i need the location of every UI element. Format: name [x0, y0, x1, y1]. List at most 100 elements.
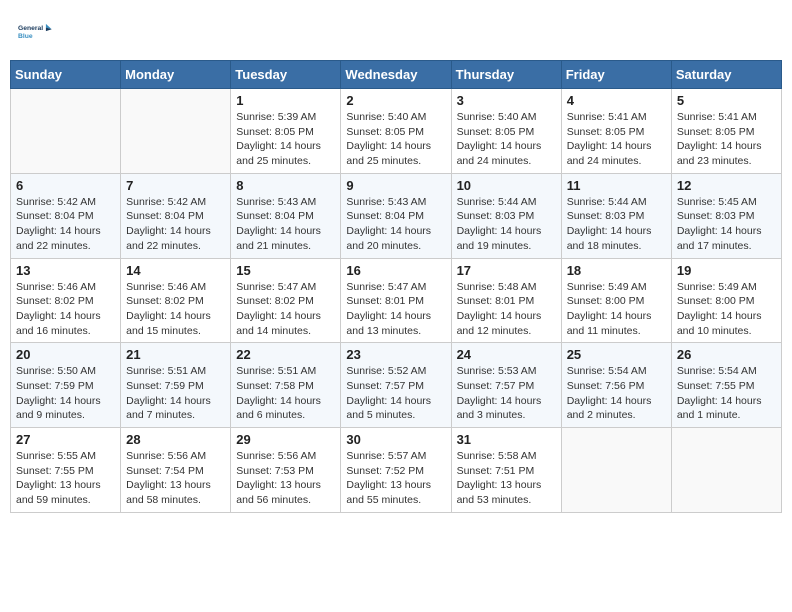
calendar-cell: 28 Sunrise: 5:56 AM Sunset: 7:54 PM Dayli…	[121, 428, 231, 513]
day-number: 20	[16, 347, 115, 362]
day-number: 30	[346, 432, 445, 447]
day-number: 23	[346, 347, 445, 362]
calendar-cell: 27 Sunrise: 5:55 AM Sunset: 7:55 PM Dayli…	[11, 428, 121, 513]
calendar-cell: 6Sunrise: 5:42 AM Sunset: 8:04 PM Daylig…	[11, 173, 121, 258]
calendar-cell: 15 Sunrise: 5:47 AM Sunset: 8:02 PM Dayli…	[231, 258, 341, 343]
calendar-cell	[11, 89, 121, 174]
day-info: Sunrise: 5:43 AM Sunset: 8:04 PM Dayligh…	[346, 195, 445, 254]
day-number: 14	[126, 263, 225, 278]
day-info: Sunrise: 5:51 AM Sunset: 7:59 PM Dayligh…	[126, 364, 225, 423]
day-info: Sunrise: 5:46 AM Sunset: 8:02 PM Dayligh…	[16, 280, 115, 339]
day-info: Sunrise: 5:44 AM Sunset: 8:03 PM Dayligh…	[567, 195, 666, 254]
day-info: Sunrise: 5:41 AM Sunset: 8:05 PM Dayligh…	[567, 110, 666, 169]
day-info: Sunrise: 5:55 AM Sunset: 7:55 PM Dayligh…	[16, 449, 115, 508]
day-info: Sunrise: 5:46 AM Sunset: 8:02 PM Dayligh…	[126, 280, 225, 339]
day-number: 15	[236, 263, 335, 278]
calendar-cell	[121, 89, 231, 174]
logo: GeneralBlue	[18, 14, 54, 50]
calendar-cell: 7 Sunrise: 5:42 AM Sunset: 8:04 PM Daylig…	[121, 173, 231, 258]
calendar-cell: 18 Sunrise: 5:49 AM Sunset: 8:00 PM Dayli…	[561, 258, 671, 343]
day-number: 5	[677, 93, 776, 108]
calendar-cell: 29 Sunrise: 5:56 AM Sunset: 7:53 PM Dayli…	[231, 428, 341, 513]
calendar-cell: 11 Sunrise: 5:44 AM Sunset: 8:03 PM Dayli…	[561, 173, 671, 258]
day-number: 21	[126, 347, 225, 362]
calendar-cell: 26 Sunrise: 5:54 AM Sunset: 7:55 PM Dayli…	[671, 343, 781, 428]
day-of-week-header: Friday	[561, 61, 671, 89]
calendar-cell: 14 Sunrise: 5:46 AM Sunset: 8:02 PM Dayli…	[121, 258, 231, 343]
calendar-table: SundayMondayTuesdayWednesdayThursdayFrid…	[10, 60, 782, 513]
day-of-week-header: Saturday	[671, 61, 781, 89]
calendar-cell: 8Sunrise: 5:43 AM Sunset: 8:04 PM Daylig…	[231, 173, 341, 258]
day-info: Sunrise: 5:56 AM Sunset: 7:54 PM Dayligh…	[126, 449, 225, 508]
day-number: 13	[16, 263, 115, 278]
logo-icon: GeneralBlue	[18, 14, 54, 50]
calendar-cell: 10 Sunrise: 5:44 AM Sunset: 8:03 PM Dayli…	[451, 173, 561, 258]
day-info: Sunrise: 5:49 AM Sunset: 8:00 PM Dayligh…	[567, 280, 666, 339]
calendar-week-row: 1 Sunrise: 5:39 AM Sunset: 8:05 PM Daylig…	[11, 89, 782, 174]
calendar-cell: 12 Sunrise: 5:45 AM Sunset: 8:03 PM Dayli…	[671, 173, 781, 258]
day-number: 11	[567, 178, 666, 193]
day-number: 24	[457, 347, 556, 362]
day-number: 18	[567, 263, 666, 278]
calendar-week-row: 13 Sunrise: 5:46 AM Sunset: 8:02 PM Dayli…	[11, 258, 782, 343]
calendar-cell: 21 Sunrise: 5:51 AM Sunset: 7:59 PM Dayli…	[121, 343, 231, 428]
day-info: Sunrise: 5:57 AM Sunset: 7:52 PM Dayligh…	[346, 449, 445, 508]
day-number: 1	[236, 93, 335, 108]
day-number: 27	[16, 432, 115, 447]
day-number: 17	[457, 263, 556, 278]
calendar-cell: 3Sunrise: 5:40 AM Sunset: 8:05 PM Daylig…	[451, 89, 561, 174]
calendar-cell: 16 Sunrise: 5:47 AM Sunset: 8:01 PM Dayli…	[341, 258, 451, 343]
day-info: Sunrise: 5:40 AM Sunset: 8:05 PM Dayligh…	[457, 110, 556, 169]
day-number: 7	[126, 178, 225, 193]
day-number: 29	[236, 432, 335, 447]
day-info: Sunrise: 5:44 AM Sunset: 8:03 PM Dayligh…	[457, 195, 556, 254]
calendar-week-row: 27 Sunrise: 5:55 AM Sunset: 7:55 PM Dayli…	[11, 428, 782, 513]
day-number: 31	[457, 432, 556, 447]
day-info: Sunrise: 5:47 AM Sunset: 8:02 PM Dayligh…	[236, 280, 335, 339]
day-of-week-header: Monday	[121, 61, 231, 89]
calendar-cell: 31 Sunrise: 5:58 AM Sunset: 7:51 PM Dayli…	[451, 428, 561, 513]
day-info: Sunrise: 5:43 AM Sunset: 8:04 PM Dayligh…	[236, 195, 335, 254]
day-number: 9	[346, 178, 445, 193]
day-number: 16	[346, 263, 445, 278]
calendar-cell: 4 Sunrise: 5:41 AM Sunset: 8:05 PM Daylig…	[561, 89, 671, 174]
calendar-cell	[561, 428, 671, 513]
day-of-week-header: Thursday	[451, 61, 561, 89]
day-info: Sunrise: 5:45 AM Sunset: 8:03 PM Dayligh…	[677, 195, 776, 254]
calendar-cell: 13 Sunrise: 5:46 AM Sunset: 8:02 PM Dayli…	[11, 258, 121, 343]
day-info: Sunrise: 5:40 AM Sunset: 8:05 PM Dayligh…	[346, 110, 445, 169]
day-of-week-header: Wednesday	[341, 61, 451, 89]
day-info: Sunrise: 5:39 AM Sunset: 8:05 PM Dayligh…	[236, 110, 335, 169]
day-number: 4	[567, 93, 666, 108]
day-info: Sunrise: 5:41 AM Sunset: 8:05 PM Dayligh…	[677, 110, 776, 169]
day-number: 22	[236, 347, 335, 362]
svg-text:Blue: Blue	[18, 33, 33, 40]
calendar-cell: 20Sunrise: 5:50 AM Sunset: 7:59 PM Dayli…	[11, 343, 121, 428]
day-number: 10	[457, 178, 556, 193]
calendar-cell: 24 Sunrise: 5:53 AM Sunset: 7:57 PM Dayli…	[451, 343, 561, 428]
day-info: Sunrise: 5:49 AM Sunset: 8:00 PM Dayligh…	[677, 280, 776, 339]
day-info: Sunrise: 5:47 AM Sunset: 8:01 PM Dayligh…	[346, 280, 445, 339]
day-info: Sunrise: 5:42 AM Sunset: 8:04 PM Dayligh…	[126, 195, 225, 254]
calendar-cell: 22Sunrise: 5:51 AM Sunset: 7:58 PM Dayli…	[231, 343, 341, 428]
page-header: GeneralBlue	[10, 10, 782, 54]
day-info: Sunrise: 5:56 AM Sunset: 7:53 PM Dayligh…	[236, 449, 335, 508]
day-of-week-header: Tuesday	[231, 61, 341, 89]
calendar-cell: 9 Sunrise: 5:43 AM Sunset: 8:04 PM Daylig…	[341, 173, 451, 258]
calendar-week-row: 6Sunrise: 5:42 AM Sunset: 8:04 PM Daylig…	[11, 173, 782, 258]
calendar-cell: 17 Sunrise: 5:48 AM Sunset: 8:01 PM Dayli…	[451, 258, 561, 343]
calendar-cell: 25Sunrise: 5:54 AM Sunset: 7:56 PM Dayli…	[561, 343, 671, 428]
day-number: 28	[126, 432, 225, 447]
svg-text:General: General	[18, 25, 43, 32]
day-info: Sunrise: 5:54 AM Sunset: 7:56 PM Dayligh…	[567, 364, 666, 423]
day-info: Sunrise: 5:42 AM Sunset: 8:04 PM Dayligh…	[16, 195, 115, 254]
day-number: 26	[677, 347, 776, 362]
day-info: Sunrise: 5:48 AM Sunset: 8:01 PM Dayligh…	[457, 280, 556, 339]
calendar-cell: 23 Sunrise: 5:52 AM Sunset: 7:57 PM Dayli…	[341, 343, 451, 428]
day-info: Sunrise: 5:53 AM Sunset: 7:57 PM Dayligh…	[457, 364, 556, 423]
day-number: 12	[677, 178, 776, 193]
day-info: Sunrise: 5:58 AM Sunset: 7:51 PM Dayligh…	[457, 449, 556, 508]
calendar-cell: 19Sunrise: 5:49 AM Sunset: 8:00 PM Dayli…	[671, 258, 781, 343]
day-info: Sunrise: 5:54 AM Sunset: 7:55 PM Dayligh…	[677, 364, 776, 423]
day-info: Sunrise: 5:52 AM Sunset: 7:57 PM Dayligh…	[346, 364, 445, 423]
